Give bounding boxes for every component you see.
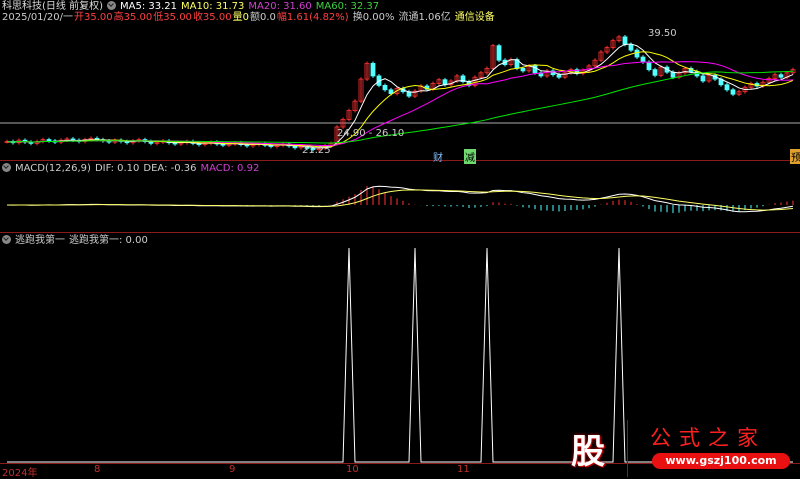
gap-label: 24.90 - 26.10 xyxy=(337,128,405,139)
macd-value: MACD: 0.92 xyxy=(200,163,260,174)
panel-divider xyxy=(0,232,800,233)
macd-dea: DEA: -0.36 xyxy=(143,163,197,174)
dropdown-icon[interactable] xyxy=(2,235,11,244)
x-tick: 8 xyxy=(94,464,101,475)
candle-body xyxy=(622,36,628,45)
candle-body xyxy=(646,61,652,71)
candle-body xyxy=(700,75,706,82)
candle-body xyxy=(730,89,736,95)
x-tick: 11 xyxy=(457,464,470,475)
price-low-label: 21.25 xyxy=(302,145,331,156)
candle-body xyxy=(640,56,646,63)
candle-body xyxy=(370,62,376,77)
indicator-header: 逃跑我第一 逃跑我第一: 0.00 xyxy=(2,235,152,247)
x-tick: 9 xyxy=(229,464,236,475)
candle-body xyxy=(556,74,562,78)
candle-body xyxy=(520,67,526,72)
forecast-marker[interactable]: 预 xyxy=(790,149,800,164)
macd-header: MACD(12,26,9) DIF: 0.10 DEA: -0.36 MACD: 0.… xyxy=(2,163,263,175)
x-tick: 10 xyxy=(346,464,359,475)
finance-marker[interactable]: 财 xyxy=(433,149,443,164)
indicator-title: 逃跑我第一 xyxy=(15,235,65,246)
candle-body xyxy=(724,84,730,91)
candle-body xyxy=(634,49,640,58)
candle-body xyxy=(496,45,502,61)
candle-body xyxy=(46,139,52,142)
candle-body xyxy=(388,89,394,94)
indicator-value: 逃跑我第一: 0.00 xyxy=(69,235,148,246)
reduce-marker[interactable]: 减 xyxy=(464,149,476,164)
candle-body xyxy=(778,74,784,78)
macd-dif: DIF: 0.10 xyxy=(94,163,140,174)
candle-body xyxy=(382,85,388,91)
dropdown-icon[interactable] xyxy=(2,163,11,172)
candle-body xyxy=(652,69,658,76)
candle-body xyxy=(628,44,634,51)
price-high-label: 39.50 xyxy=(648,28,677,39)
dea-line xyxy=(6,189,794,211)
watermark-logo: 股 公式之家 www.gszj100.com xyxy=(555,420,800,477)
macd-title: MACD(12,26,9) xyxy=(15,163,91,174)
panel-divider xyxy=(0,160,800,161)
